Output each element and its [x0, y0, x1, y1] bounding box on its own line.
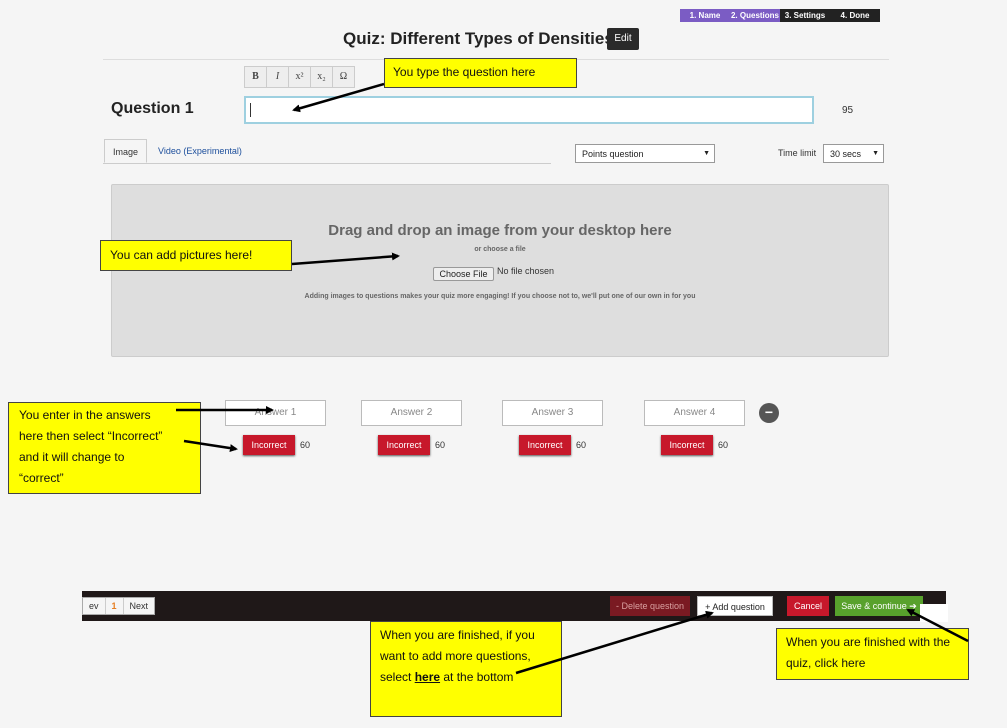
- arrow-to-toggle: [183, 439, 238, 453]
- arrow-to-save: [906, 608, 969, 643]
- annotation-arrows: [176, 82, 969, 675]
- arrow-to-question: [292, 82, 385, 113]
- arrow-to-add: [515, 610, 714, 675]
- arrow-to-dropzone: [291, 252, 400, 266]
